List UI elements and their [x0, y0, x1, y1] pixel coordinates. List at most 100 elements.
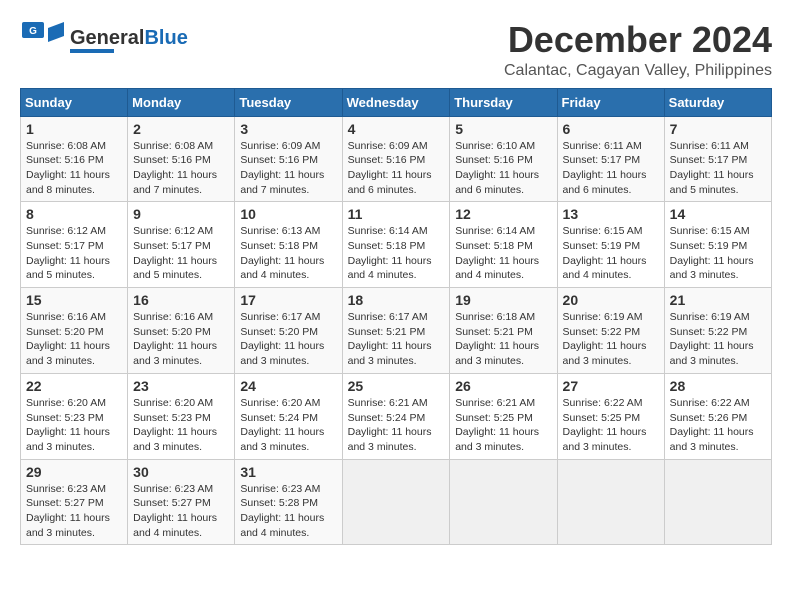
- table-row: 24 Sunrise: 6:20 AM Sunset: 5:24 PM Dayl…: [235, 373, 342, 459]
- day-info: Sunrise: 6:21 AM Sunset: 5:25 PM Dayligh…: [455, 396, 551, 455]
- table-row: 15 Sunrise: 6:16 AM Sunset: 5:20 PM Dayl…: [21, 288, 128, 374]
- day-info: Sunrise: 6:10 AM Sunset: 5:16 PM Dayligh…: [455, 139, 551, 198]
- table-row: 23 Sunrise: 6:20 AM Sunset: 5:23 PM Dayl…: [128, 373, 235, 459]
- sunrise-label: Sunrise: 6:08 AM: [133, 140, 213, 152]
- table-row: 29 Sunrise: 6:23 AM Sunset: 5:27 PM Dayl…: [21, 459, 128, 545]
- day-info: Sunrise: 6:16 AM Sunset: 5:20 PM Dayligh…: [26, 310, 122, 369]
- sunset-label: Sunset: 5:22 PM: [670, 326, 748, 338]
- calendar-table: Sunday Monday Tuesday Wednesday Thursday…: [20, 88, 772, 546]
- col-wednesday: Wednesday: [342, 88, 450, 116]
- sunset-label: Sunset: 5:17 PM: [26, 240, 104, 252]
- col-tuesday: Tuesday: [235, 88, 342, 116]
- table-row: 3 Sunrise: 6:09 AM Sunset: 5:16 PM Dayli…: [235, 116, 342, 202]
- logo-general: General: [70, 27, 144, 49]
- sunrise-label: Sunrise: 6:23 AM: [240, 483, 320, 495]
- sunrise-label: Sunrise: 6:10 AM: [455, 140, 535, 152]
- daylight-label: Daylight: 11 hours and 3 minutes.: [133, 426, 217, 453]
- day-info: Sunrise: 6:18 AM Sunset: 5:21 PM Dayligh…: [455, 310, 551, 369]
- sunrise-label: Sunrise: 6:20 AM: [133, 397, 213, 409]
- day-number: 23: [133, 378, 229, 394]
- calendar-week-row: 1 Sunrise: 6:08 AM Sunset: 5:16 PM Dayli…: [21, 116, 772, 202]
- sunset-label: Sunset: 5:24 PM: [348, 412, 426, 424]
- day-info: Sunrise: 6:15 AM Sunset: 5:19 PM Dayligh…: [563, 224, 659, 283]
- sunrise-label: Sunrise: 6:11 AM: [563, 140, 642, 152]
- sunrise-label: Sunrise: 6:17 AM: [240, 311, 320, 323]
- daylight-label: Daylight: 11 hours and 3 minutes.: [455, 426, 539, 453]
- sunset-label: Sunset: 5:26 PM: [670, 412, 748, 424]
- day-number: 5: [455, 121, 551, 137]
- sunset-label: Sunset: 5:17 PM: [563, 154, 641, 166]
- day-number: 1: [26, 121, 122, 137]
- sunset-label: Sunset: 5:19 PM: [670, 240, 748, 252]
- table-row: [557, 459, 664, 545]
- day-number: 11: [348, 206, 445, 222]
- day-info: Sunrise: 6:17 AM Sunset: 5:20 PM Dayligh…: [240, 310, 336, 369]
- sunrise-label: Sunrise: 6:15 AM: [670, 225, 750, 237]
- day-number: 24: [240, 378, 336, 394]
- daylight-label: Daylight: 11 hours and 3 minutes.: [26, 340, 110, 367]
- sunset-label: Sunset: 5:18 PM: [348, 240, 426, 252]
- daylight-label: Daylight: 11 hours and 7 minutes.: [133, 169, 217, 196]
- day-info: Sunrise: 6:22 AM Sunset: 5:26 PM Dayligh…: [670, 396, 766, 455]
- sunset-label: Sunset: 5:21 PM: [455, 326, 533, 338]
- sunrise-label: Sunrise: 6:12 AM: [133, 225, 213, 237]
- day-info: Sunrise: 6:11 AM Sunset: 5:17 PM Dayligh…: [563, 139, 659, 198]
- day-number: 15: [26, 292, 122, 308]
- title-area: December 2024 Calantac, Cagayan Valley, …: [504, 20, 772, 80]
- daylight-label: Daylight: 11 hours and 8 minutes.: [26, 169, 110, 196]
- daylight-label: Daylight: 11 hours and 3 minutes.: [563, 340, 647, 367]
- table-row: 20 Sunrise: 6:19 AM Sunset: 5:22 PM Dayl…: [557, 288, 664, 374]
- table-row: 26 Sunrise: 6:21 AM Sunset: 5:25 PM Dayl…: [450, 373, 557, 459]
- day-info: Sunrise: 6:13 AM Sunset: 5:18 PM Dayligh…: [240, 224, 336, 283]
- table-row: 1 Sunrise: 6:08 AM Sunset: 5:16 PM Dayli…: [21, 116, 128, 202]
- calendar-title: December 2024: [504, 20, 772, 60]
- day-info: Sunrise: 6:14 AM Sunset: 5:18 PM Dayligh…: [348, 224, 445, 283]
- sunrise-label: Sunrise: 6:14 AM: [348, 225, 428, 237]
- sunset-label: Sunset: 5:17 PM: [670, 154, 748, 166]
- day-number: 29: [26, 464, 122, 480]
- day-number: 14: [670, 206, 766, 222]
- day-number: 3: [240, 121, 336, 137]
- sunset-label: Sunset: 5:25 PM: [455, 412, 533, 424]
- svg-text:G: G: [29, 26, 37, 37]
- sunrise-label: Sunrise: 6:13 AM: [240, 225, 320, 237]
- day-number: 10: [240, 206, 336, 222]
- table-row: 31 Sunrise: 6:23 AM Sunset: 5:28 PM Dayl…: [235, 459, 342, 545]
- daylight-label: Daylight: 11 hours and 4 minutes.: [563, 255, 647, 282]
- table-row: 17 Sunrise: 6:17 AM Sunset: 5:20 PM Dayl…: [235, 288, 342, 374]
- daylight-label: Daylight: 11 hours and 3 minutes.: [348, 426, 432, 453]
- day-number: 26: [455, 378, 551, 394]
- table-row: 28 Sunrise: 6:22 AM Sunset: 5:26 PM Dayl…: [664, 373, 771, 459]
- day-number: 9: [133, 206, 229, 222]
- sunset-label: Sunset: 5:23 PM: [26, 412, 104, 424]
- day-number: 28: [670, 378, 766, 394]
- table-row: [664, 459, 771, 545]
- day-info: Sunrise: 6:09 AM Sunset: 5:16 PM Dayligh…: [348, 139, 445, 198]
- logo-blue: Blue: [144, 27, 187, 49]
- table-row: 10 Sunrise: 6:13 AM Sunset: 5:18 PM Dayl…: [235, 202, 342, 288]
- logo: G GeneralBlue: [20, 20, 188, 60]
- daylight-label: Daylight: 11 hours and 3 minutes.: [670, 255, 754, 282]
- daylight-label: Daylight: 11 hours and 3 minutes.: [670, 340, 754, 367]
- sunrise-label: Sunrise: 6:16 AM: [26, 311, 106, 323]
- col-monday: Monday: [128, 88, 235, 116]
- sunrise-label: Sunrise: 6:12 AM: [26, 225, 106, 237]
- sunrise-label: Sunrise: 6:15 AM: [563, 225, 643, 237]
- daylight-label: Daylight: 11 hours and 4 minutes.: [348, 255, 432, 282]
- sunset-label: Sunset: 5:20 PM: [240, 326, 318, 338]
- sunset-label: Sunset: 5:16 PM: [133, 154, 211, 166]
- day-info: Sunrise: 6:11 AM Sunset: 5:17 PM Dayligh…: [670, 139, 766, 198]
- table-row: 6 Sunrise: 6:11 AM Sunset: 5:17 PM Dayli…: [557, 116, 664, 202]
- sunset-label: Sunset: 5:20 PM: [26, 326, 104, 338]
- daylight-label: Daylight: 11 hours and 5 minutes.: [670, 169, 754, 196]
- col-sunday: Sunday: [21, 88, 128, 116]
- sunset-label: Sunset: 5:19 PM: [563, 240, 641, 252]
- sunset-label: Sunset: 5:28 PM: [240, 497, 318, 509]
- day-number: 27: [563, 378, 659, 394]
- table-row: 11 Sunrise: 6:14 AM Sunset: 5:18 PM Dayl…: [342, 202, 450, 288]
- daylight-label: Daylight: 11 hours and 4 minutes.: [455, 255, 539, 282]
- sunrise-label: Sunrise: 6:18 AM: [455, 311, 535, 323]
- day-info: Sunrise: 6:14 AM Sunset: 5:18 PM Dayligh…: [455, 224, 551, 283]
- daylight-label: Daylight: 11 hours and 3 minutes.: [670, 426, 754, 453]
- sunset-label: Sunset: 5:16 PM: [26, 154, 104, 166]
